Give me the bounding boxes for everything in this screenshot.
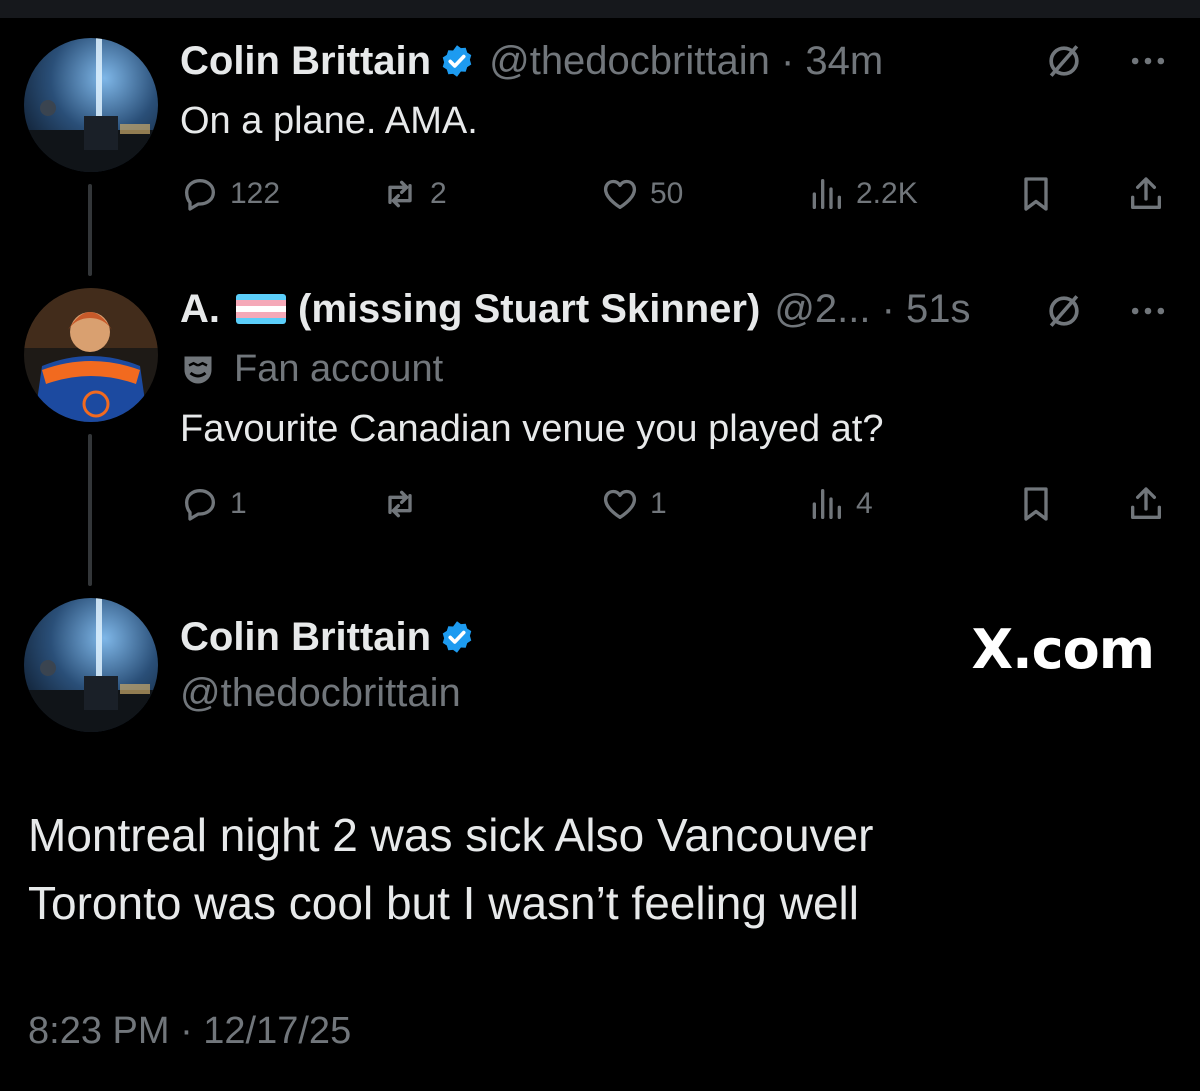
share-icon: [1131, 487, 1161, 519]
reply-button[interactable]: 122: [180, 172, 280, 216]
theater-mask-icon: [184, 356, 212, 383]
share-button[interactable]: [1126, 482, 1166, 526]
trans-flag-emoji: [236, 294, 286, 324]
tweet-text: Favourite Canadian venue you played at?: [180, 408, 884, 450]
more-icon[interactable]: [1126, 39, 1170, 83]
bookmark-button[interactable]: [1016, 172, 1056, 216]
bookmark-button[interactable]: [1016, 482, 1056, 526]
x-logo: X.com: [971, 618, 1155, 681]
timestamp[interactable]: 8:23 PM · 12/17/25: [28, 1010, 351, 1053]
heart-icon: [603, 489, 637, 519]
tweet-text-line2: Toronto was cool but I wasn’t feeling we…: [28, 877, 859, 929]
repost-count: 2: [430, 177, 447, 210]
reply-icon: [185, 179, 215, 211]
view-count: 4: [856, 487, 873, 520]
tweet2-header-icons: [1042, 288, 1170, 334]
like-count: 1: [650, 487, 667, 520]
repost-button[interactable]: 2: [380, 172, 447, 216]
author-name[interactable]: (missing Stuart Skinner): [298, 287, 760, 332]
grok-icon[interactable]: [1042, 289, 1086, 333]
repost-icon: [388, 180, 412, 208]
views-icon: [812, 489, 841, 519]
reply-button[interactable]: 1: [180, 482, 247, 526]
avatar[interactable]: [24, 288, 158, 422]
like-button[interactable]: 50: [600, 172, 683, 216]
handle-time[interactable]: @2... · 51s: [774, 287, 970, 332]
thread-line: [88, 434, 92, 586]
avatar[interactable]: [24, 38, 158, 172]
tweet1-header-icons: [1042, 38, 1170, 84]
views-button[interactable]: 2.2K: [806, 172, 918, 216]
view-count: 2.2K: [856, 177, 918, 210]
tweet1-header: Colin Brittain @thedocbrittain · 34m: [180, 36, 883, 86]
tweet1-actions: 122 2 50 2.2K: [180, 172, 1170, 216]
verified-badge-icon: [442, 45, 472, 77]
reply-count: 122: [230, 177, 281, 210]
views-icon: [812, 179, 841, 209]
reply-icon: [185, 489, 215, 521]
top-bar: [0, 0, 1200, 18]
verified-badge-icon: [442, 621, 472, 653]
author-name-prefix[interactable]: A.: [180, 287, 220, 332]
more-icon[interactable]: [1126, 289, 1170, 333]
like-count: 50: [650, 177, 684, 210]
share-button[interactable]: [1126, 172, 1166, 216]
fan-account-label: Fan account: [180, 348, 443, 391]
bookmark-icon: [1024, 177, 1048, 211]
tweet2-header: A. (missing Stuart Skinner) @2... · 51s: [180, 284, 971, 334]
grok-icon[interactable]: [1042, 39, 1086, 83]
author-name[interactable]: Colin Brittain: [180, 39, 431, 84]
tweet2-actions: 1 1 4: [180, 482, 1170, 526]
like-button[interactable]: 1: [600, 482, 667, 526]
main-header: Colin Brittain: [180, 612, 475, 662]
author-name[interactable]: Colin Brittain: [180, 615, 431, 660]
handle-time[interactable]: @thedocbrittain · 34m: [489, 39, 883, 84]
tweet-text-line1: Montreal night 2 was sick Also Vancouver: [28, 809, 874, 861]
reply-count: 1: [230, 487, 247, 520]
heart-icon: [603, 179, 637, 209]
thread-line: [88, 184, 92, 276]
tweet-text: On a plane. AMA.: [180, 100, 478, 142]
repost-button[interactable]: [380, 482, 430, 526]
share-icon: [1131, 177, 1161, 209]
main-handle-row: @thedocbrittain: [180, 668, 461, 718]
views-button[interactable]: 4: [806, 482, 873, 526]
repost-icon: [388, 490, 412, 518]
handle[interactable]: @thedocbrittain: [180, 671, 461, 716]
avatar[interactable]: [24, 598, 158, 732]
bookmark-icon: [1024, 487, 1048, 521]
fan-account-text: Fan account: [234, 348, 444, 390]
